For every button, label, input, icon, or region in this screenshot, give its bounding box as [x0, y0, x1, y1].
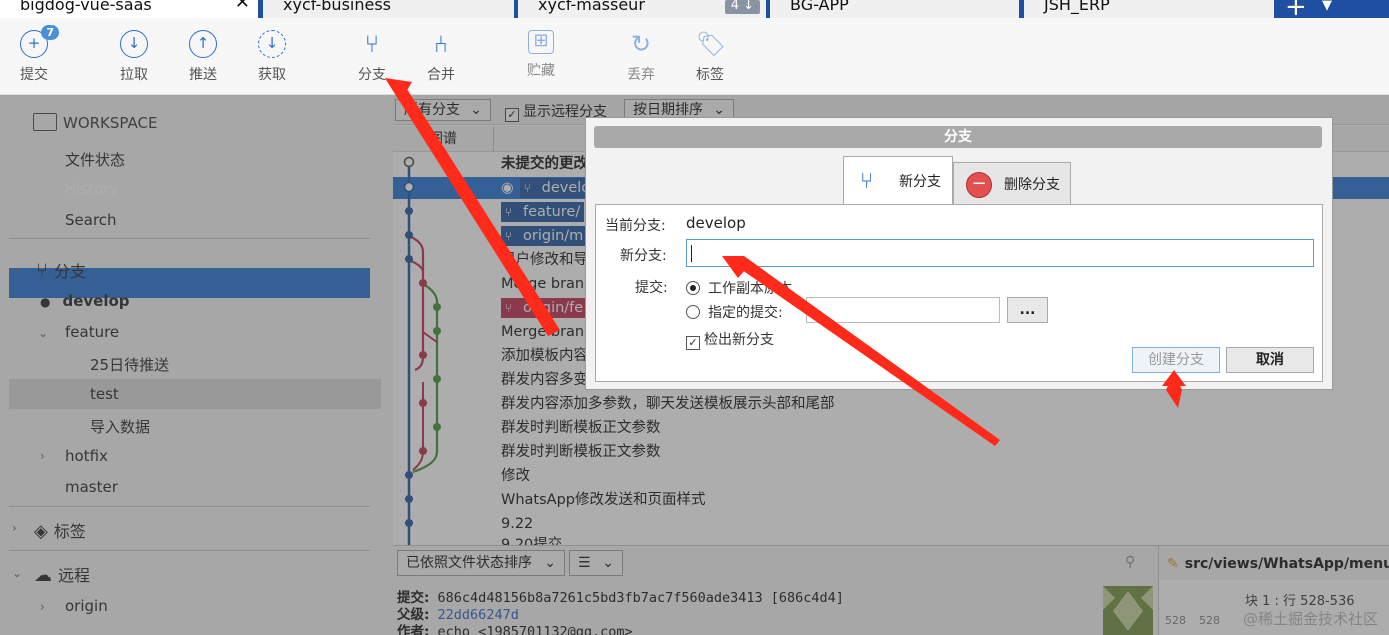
tab-label: bigdog-vue-saas	[20, 0, 152, 14]
current-branch-label: 当前分支:	[605, 218, 666, 234]
tag-button[interactable]: 🏷 标签	[680, 30, 740, 84]
merge-button[interactable]: ⑃ 合并	[411, 30, 471, 84]
branch-dialog: 分支 ⑂ 新分支 − 删除分支 当前分支: develop 新分支: 提交: 工…	[585, 117, 1333, 390]
current-branch-value: develop	[686, 214, 746, 232]
commit-button[interactable]: +7 提交	[4, 25, 64, 84]
merge-icon: ⑃	[433, 30, 449, 58]
tab-label: BG-APP	[790, 0, 849, 14]
radio-label: 工作副本原本	[708, 281, 792, 297]
commit-icon: +7	[20, 25, 59, 58]
tab-jsh-erp[interactable]: JSH_ERP	[1024, 0, 1274, 18]
checkout-new-branch-toggle[interactable]: ✓ 检出新分支	[686, 329, 774, 350]
commit-count-badge: 7	[41, 25, 59, 40]
minus-circle-icon: −	[966, 172, 992, 198]
dialog-title: 分支	[594, 126, 1322, 148]
branch-button[interactable]: ⑂ 分支	[342, 30, 402, 84]
tab-label: 新分支	[899, 174, 941, 190]
close-icon[interactable]: ✕	[235, 0, 250, 12]
tab-new-branch[interactable]: ⑂ 新分支	[843, 156, 953, 206]
branch-icon: ⑂	[860, 169, 874, 194]
tab-label: xycf-business	[283, 0, 391, 14]
checkbox-label: 检出新分支	[704, 332, 774, 348]
tab-label: xycf-masseur	[538, 0, 645, 14]
cancel-button[interactable]: 取消	[1226, 347, 1314, 373]
discard-label: 丢弃	[627, 67, 655, 83]
tab-bg-app[interactable]: BG-APP	[770, 0, 1019, 18]
tab-xycf-masseur[interactable]: xycf-masseur 4 ↓	[518, 0, 766, 18]
push-button[interactable]: ↑ 推送	[173, 30, 233, 84]
browse-commit-button[interactable]: ...	[1007, 297, 1048, 323]
chevron-down-icon[interactable]: ▼	[1322, 0, 1332, 13]
create-branch-button[interactable]: 创建分支	[1132, 347, 1220, 373]
branch-icon: ⑂	[364, 30, 380, 58]
pull-icon: ↓	[120, 30, 148, 58]
tab-label: 删除分支	[1004, 177, 1060, 193]
commit-label: 提交	[20, 67, 48, 83]
new-branch-panel: 当前分支: develop 新分支: 提交: 工作副本原本 指定的提交: ...…	[595, 204, 1323, 382]
incoming-badge: 4 ↓	[724, 0, 760, 14]
stash-icon: ⊞	[528, 30, 554, 54]
new-branch-label: 新分支:	[620, 248, 667, 264]
discard-button[interactable]: ↻ 丢弃	[611, 30, 671, 84]
checkbox-checked-icon: ✓	[686, 336, 700, 350]
radio-specified-commit[interactable]: 指定的提交:	[686, 302, 783, 322]
push-label: 推送	[189, 67, 217, 83]
tab-bigdog-vue-saas[interactable]: bigdog-vue-saas ✕	[0, 0, 258, 18]
text-cursor	[691, 245, 692, 262]
fetch-icon: ↓	[258, 30, 286, 58]
stash-button[interactable]: ⊞ 贮藏	[511, 30, 571, 80]
fetch-label: 获取	[258, 67, 286, 83]
radio-unselected-icon	[686, 305, 700, 319]
radio-working-copy[interactable]: 工作副本原本	[686, 278, 792, 298]
branch-label: 分支	[358, 67, 386, 83]
discard-icon: ↻	[630, 30, 652, 58]
toolbar: +7 提交 ↓ 拉取 ↑ 推送 ↓ 获取 ⑂ 分支 ⑃ 合并 ⊞ 贮藏 ↻ 丢弃…	[0, 18, 1389, 95]
radio-selected-icon	[686, 281, 700, 295]
commit-source-label: 提交:	[635, 280, 668, 296]
stash-label: 贮藏	[527, 63, 555, 79]
tab-label: JSH_ERP	[1044, 0, 1110, 14]
new-branch-input[interactable]	[686, 239, 1314, 267]
specified-commit-input[interactable]	[806, 297, 1000, 323]
radio-label: 指定的提交:	[708, 305, 783, 321]
pull-button[interactable]: ↓ 拉取	[104, 30, 164, 84]
tag-icon: 🏷	[696, 30, 727, 58]
tag-label: 标签	[696, 67, 724, 83]
tab-delete-branch[interactable]: − 删除分支	[953, 162, 1071, 206]
tab-xycf-business[interactable]: xycf-business	[263, 0, 514, 18]
merge-label: 合并	[427, 67, 455, 83]
push-icon: ↑	[189, 30, 217, 58]
pull-label: 拉取	[120, 67, 148, 83]
tab-bar: bigdog-vue-saas ✕ xycf-business xycf-mas…	[0, 0, 1389, 22]
fetch-button[interactable]: ↓ 获取	[242, 30, 302, 84]
